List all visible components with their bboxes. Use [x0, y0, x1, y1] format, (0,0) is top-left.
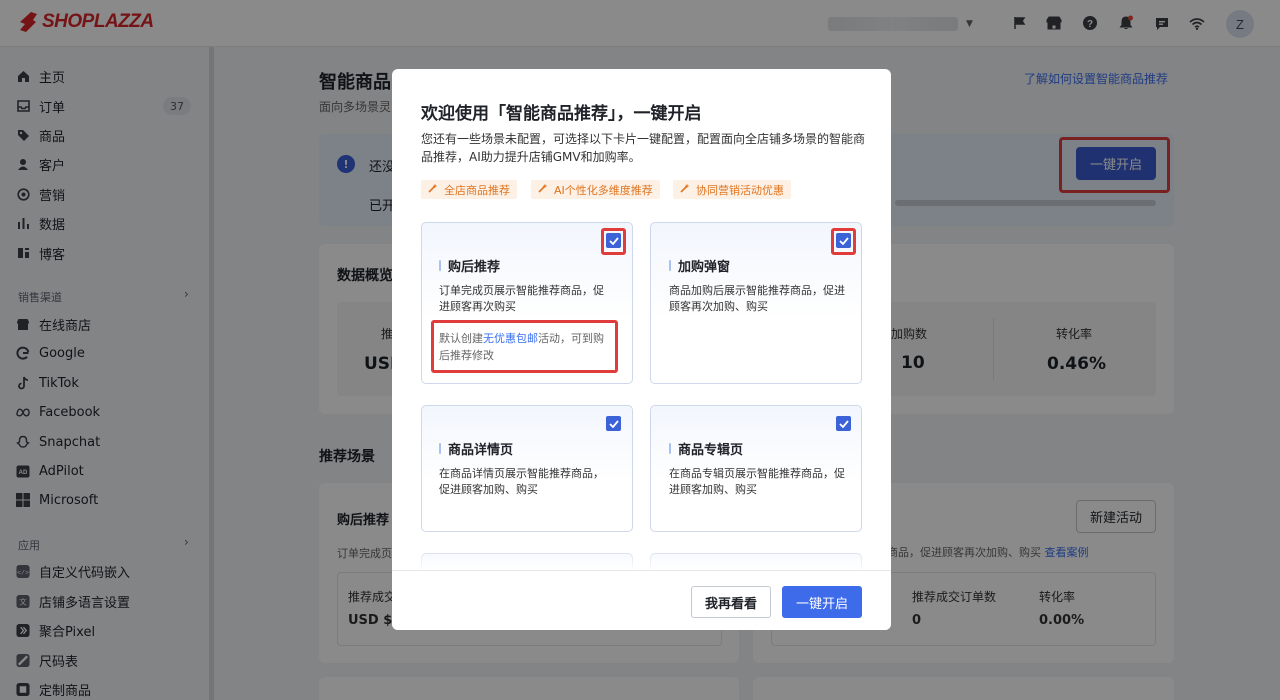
feature-tag: AI个性化多维度推荐 — [531, 180, 660, 199]
option-card-title: 购后推荐 — [439, 256, 500, 275]
option-card-desc: 在商品详情页展示智能推荐商品，促进顾客加购、购买 — [439, 467, 604, 496]
cancel-button[interactable]: 我再看看 — [691, 586, 771, 618]
checkbox-highlight-box — [601, 228, 626, 255]
option-card-desc: 订单完成页展示智能推荐商品，促进顾客再次购买 — [439, 284, 604, 313]
modal-footer: 我再看看 一键开启 — [392, 570, 891, 630]
checkbox-checked-icon[interactable] — [836, 416, 851, 431]
enable-all-button[interactable]: 一键开启 — [782, 586, 862, 618]
checkbox-checked-icon[interactable] — [606, 416, 621, 431]
magic-wand-icon — [680, 183, 690, 196]
option-card-desc: 在商品专辑页展示智能推荐商品，促进顾客加购、购买 — [669, 467, 845, 496]
onboarding-modal: 欢迎使用「智能商品推荐」，一键开启 您还有一些场景未配置，可选择以下卡片一键配置… — [392, 69, 891, 630]
checkbox-highlight-box — [831, 228, 856, 255]
option-card-title: 加购弹窗 — [669, 256, 730, 275]
feature-tag-label: 协同营销活动优惠 — [696, 183, 784, 197]
feature-tag-label: AI个性化多维度推荐 — [554, 183, 653, 197]
scroll-fade — [392, 547, 891, 571]
feature-tag: 全店商品推荐 — [421, 180, 517, 199]
option-card-desc: 商品加购后展示智能推荐商品，促进顾客再次加购、购买 — [669, 284, 845, 313]
option-card-title: 商品专辑页 — [669, 439, 743, 458]
feature-tag: 协同营销活动优惠 — [673, 180, 791, 199]
magic-wand-icon — [428, 183, 438, 196]
magic-wand-icon — [538, 183, 548, 196]
note-highlight-box — [431, 320, 618, 373]
modal-description: 您还有一些场景未配置，可选择以下卡片一键配置，配置面向全店铺多场景的智能商品推荐… — [421, 132, 866, 164]
feature-tag-label: 全店商品推荐 — [444, 183, 510, 197]
modal-title: 欢迎使用「智能商品推荐」，一键开启 — [421, 104, 702, 124]
option-card-title: 商品详情页 — [439, 439, 513, 458]
